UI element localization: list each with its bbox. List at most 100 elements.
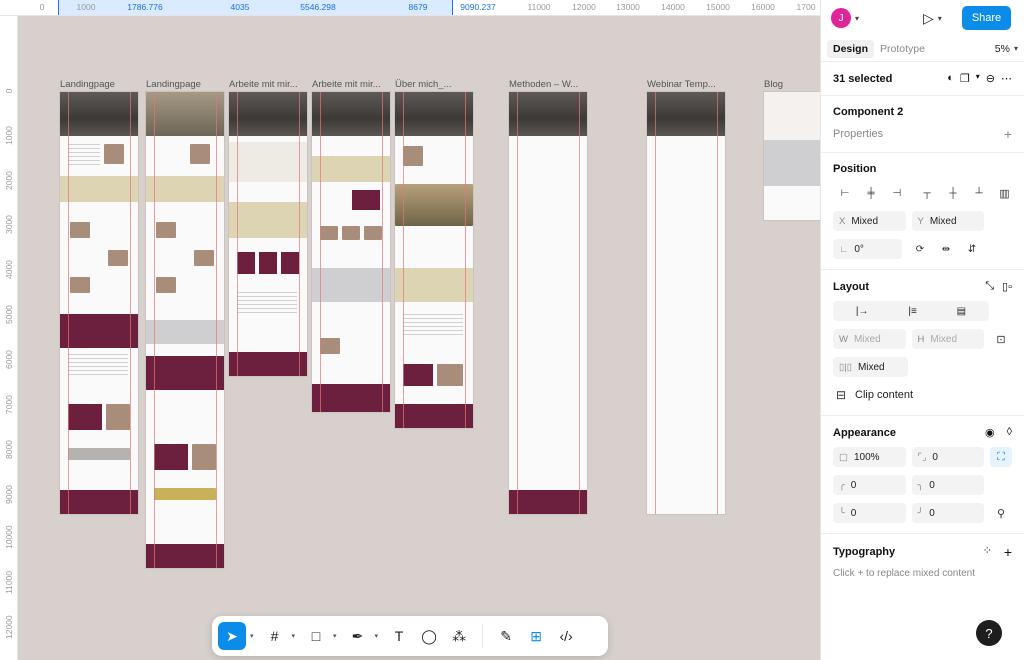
flip-horizontal-icon[interactable]: ⇹ [934,239,958,259]
opacity-field[interactable]: ▢ 100% [833,447,906,467]
auto-layout-icon[interactable]: ▯▫ [1002,280,1012,293]
y-field[interactable]: Y Mixed [911,211,984,231]
frame-landingpage-2[interactable] [146,92,224,568]
component-icon[interactable]: ❐ [960,72,970,85]
grid-icon[interactable]: ▤ [957,306,966,317]
direction-horizontal-icon[interactable]: |→ [856,306,869,317]
ruler-tick: 1000 [4,126,14,145]
help-button[interactable]: ? [976,620,1002,646]
layout-guide [465,92,466,428]
radius-field[interactable]: ⌜⌟ 0 [911,447,984,467]
frame-label[interactable]: Über mich_... [395,79,471,90]
detach-icon[interactable]: ⊖ [986,72,995,85]
corner-br-field[interactable]: ╯ 0 [911,503,984,523]
avatar[interactable]: J [831,8,851,28]
more-icon[interactable]: ⋯ [1001,72,1012,85]
comment-tool-icon[interactable]: ◯ [416,622,442,650]
minus-checkbox-icon[interactable]: ⊟ [833,385,849,405]
layout-guide [382,92,383,412]
frame-blog[interactable] [764,92,820,220]
dev-mode-icon[interactable]: ‹/› [553,622,579,650]
section-title: Appearance [833,426,896,439]
chevron-down-icon[interactable]: ▾ [292,632,296,640]
ruler-tick: 3000 [4,215,14,234]
frame-label[interactable]: Landingpage [60,79,140,90]
chevron-down-icon[interactable]: ▾ [1014,44,1018,53]
direction-wrap-icon[interactable]: |≡ [908,306,916,317]
frame-landingpage-1[interactable] [60,92,138,514]
align-right-icon[interactable]: ⊣ [885,183,909,203]
align-top-icon[interactable]: ┬ [915,183,939,203]
frame-label[interactable]: Methoden – W... [509,79,585,90]
frame-arbeite-2[interactable] [312,92,390,412]
frame-ueber-mich[interactable] [395,92,473,428]
flip-vertical-icon[interactable]: ⇵ [960,239,984,259]
chevron-down-icon[interactable]: ▾ [333,632,337,640]
zoom-level[interactable]: 5% [995,43,1010,55]
chevron-down-icon[interactable]: ▾ [250,632,254,640]
chevron-down-icon[interactable]: ▾ [938,14,942,23]
align-bottom-icon[interactable]: ┴ [967,183,991,203]
clip-content-label[interactable]: Clip content [855,389,913,401]
add-icon[interactable]: + [1004,544,1012,560]
collapse-icon[interactable]: ⤡ [985,280,994,293]
align-center-h-icon[interactable]: ╪ [859,183,883,203]
image-row [154,488,216,500]
play-icon[interactable]: ▷ [923,10,934,27]
independent-corners-icon[interactable]: ⛶ [990,447,1012,467]
share-button[interactable]: Share [961,6,1012,30]
frame-label[interactable]: Landingpage [146,79,226,90]
frame-webinar[interactable] [647,92,725,514]
gap-field[interactable]: ▯|▯ Mixed [833,357,908,377]
chevron-down-icon[interactable]: ▾ [375,632,379,640]
x-field[interactable]: X Mixed [833,211,906,231]
distribute-icon[interactable]: ▥ [997,183,1012,203]
corner-tl-field[interactable]: ╭ 0 [833,475,906,495]
layout-section: Layout ⤡ ▯▫ |→ |≡ ▤ W Mixed H Mixed ⊡ ▯|▯ M… [821,270,1024,416]
corner-tr-field[interactable]: ╮ 0 [911,475,984,495]
resize-to-fit-icon[interactable]: ⊡ [990,329,1012,349]
rotation-value: 0° [854,243,864,255]
chevron-down-icon[interactable]: ▾ [855,14,859,23]
chevron-down-icon[interactable]: ▾ [976,72,980,85]
tab-design[interactable]: Design [827,39,875,58]
photo [342,226,360,240]
adjust-icon[interactable]: ⚲ [990,503,1012,523]
appearance-section: Appearance ◉ ◊ ▢ 100% ⌜⌟ 0 ⛶ ╭ 0 ╮ 0 ╰ 0 ╯ 0 ⚲ [821,416,1024,534]
rotation-field[interactable]: ∟ 0° [833,239,902,259]
layout-direction-group: |→ |≡ ▤ [833,301,989,321]
move-tool-cursor-icon[interactable]: ➤ [218,622,246,650]
height-field[interactable]: H Mixed [911,329,984,349]
rectangle-tool-icon[interactable]: □ [303,622,329,650]
frame-arbeite-1[interactable] [229,92,307,376]
eye-icon[interactable]: ◉ [985,426,995,439]
align-middle-icon[interactable]: ┼ [941,183,965,203]
ruler-tick: 6000 [4,350,14,369]
frame-label[interactable]: Blog [764,79,814,90]
wine-section [60,314,138,348]
tab-prototype[interactable]: Prototype [874,40,931,58]
hero-image [509,92,587,136]
draw-mode-icon[interactable]: ✎ [493,622,519,650]
styles-icon[interactable]: ⁘ [983,544,992,560]
frame-methoden[interactable] [509,92,587,514]
grey-section [764,140,820,186]
add-icon[interactable]: + [1004,126,1012,142]
design-mode-icon[interactable]: ⊞ [523,622,549,650]
align-left-icon[interactable]: ⊢ [833,183,857,203]
frame-tool-icon[interactable]: # [262,622,288,650]
wine-card [259,252,277,274]
text-tool-icon[interactable]: T [386,622,412,650]
design-canvas[interactable]: Landingpage Landingpage Arbeite mit mir.… [18,16,820,660]
frame-label[interactable]: Webinar Temp... [647,79,723,90]
frame-label[interactable]: Arbeite mit mir... [312,79,388,90]
actions-icon[interactable]: ⁂ [446,622,472,650]
corner-bl-field[interactable]: ╰ 0 [833,503,906,523]
corner-br-value: 0 [929,507,935,519]
pen-tool-icon[interactable]: ✒ [345,622,371,650]
frame-label[interactable]: Arbeite mit mir... [229,79,305,90]
width-field[interactable]: W Mixed [833,329,906,349]
blend-icon[interactable]: ◊ [1007,426,1012,439]
rotate-icon[interactable]: ⟳ [908,239,932,259]
mask-icon[interactable]: ◐ [947,72,954,85]
